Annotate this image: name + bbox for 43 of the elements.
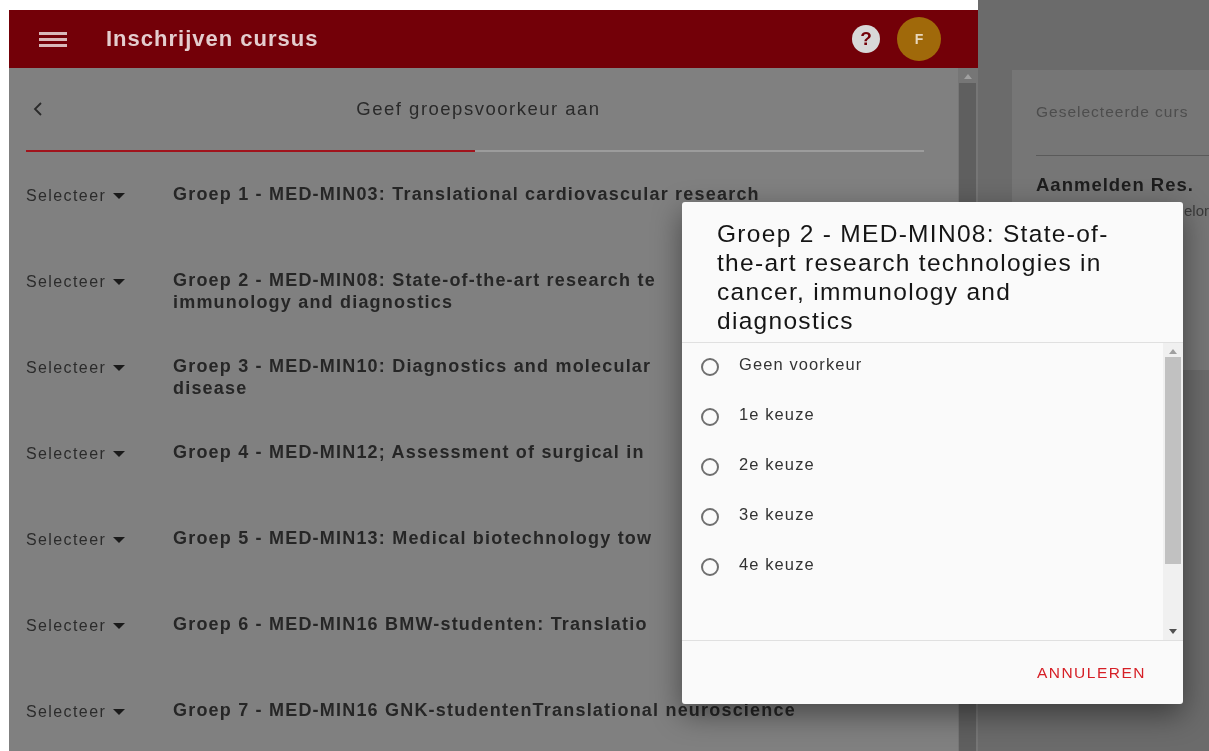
- select-dropdown[interactable]: Selecteer: [26, 273, 173, 291]
- menu-icon[interactable]: [39, 29, 67, 49]
- caret-icon: [112, 192, 127, 200]
- course-subtitle: elor: [1184, 202, 1209, 219]
- radio-option[interactable]: 4e keuze: [682, 555, 815, 605]
- scrollbar[interactable]: [1163, 343, 1183, 640]
- select-dropdown[interactable]: Selecteer: [26, 531, 173, 549]
- radio-option[interactable]: 2e keuze: [682, 455, 815, 505]
- radio-button[interactable]: [701, 508, 719, 526]
- select-dropdown[interactable]: Selecteer: [26, 187, 173, 205]
- caret-icon: [112, 450, 127, 458]
- select-dropdown[interactable]: Selecteer: [26, 617, 173, 635]
- select-dropdown[interactable]: Selecteer: [26, 359, 173, 377]
- group-title: Groep 5 - MED-MIN13: Medical biotechnology tow: [173, 527, 653, 549]
- group-title: Groep 6 - MED-MIN16 BMW-studenten: Translatio: [173, 613, 648, 635]
- scroll-down-icon[interactable]: [1169, 629, 1177, 634]
- group-title: Groep 1 - MED-MIN03: Translational cardiovascular research: [173, 183, 760, 205]
- group-title: Groep 3 - MED-MIN10: Diagnostics and molecular disease: [173, 355, 652, 399]
- app-title: Inschrijven cursus: [106, 26, 320, 52]
- caret-icon: [112, 536, 127, 544]
- caret-icon: [112, 364, 127, 372]
- group-title: Groep 7 - MED-MIN16 GNK-studentenTranslational neuroscience: [173, 699, 796, 721]
- caret-icon: [112, 622, 127, 630]
- radio-option[interactable]: 1e keuze: [682, 405, 815, 455]
- caret-icon: [112, 278, 127, 286]
- radio-button[interactable]: [701, 358, 719, 376]
- group-title: Groep 4 - MED-MIN12; Assessment of surgical in: [173, 441, 645, 463]
- select-dropdown[interactable]: Selecteer: [26, 445, 173, 463]
- page-title: Geef groepsvoorkeur aan: [355, 98, 602, 120]
- help-button[interactable]: ?: [852, 25, 880, 53]
- course-title: Aanmelden Res.: [1036, 174, 1195, 196]
- radio-button[interactable]: [701, 558, 719, 576]
- cancel-button[interactable]: ANNULEREN: [1036, 657, 1146, 688]
- radio-button[interactable]: [701, 458, 719, 476]
- group-title: Groep 2 - MED-MIN08: State-of-the-art research te immunology and diagnostics: [173, 269, 656, 313]
- back-icon[interactable]: [33, 102, 43, 116]
- dialog-title: Groep 2 - MED-MIN08: State-of-the-art research technologies in cancer, immunology and diagnostics: [682, 202, 1183, 343]
- radio-button[interactable]: [701, 408, 719, 426]
- select-dropdown[interactable]: Selecteer: [26, 703, 173, 721]
- radio-option[interactable]: Geen voorkeur: [682, 355, 863, 405]
- user-avatar[interactable]: F: [897, 17, 941, 61]
- radio-option[interactable]: 3e keuze: [682, 505, 815, 555]
- caret-icon: [112, 708, 127, 716]
